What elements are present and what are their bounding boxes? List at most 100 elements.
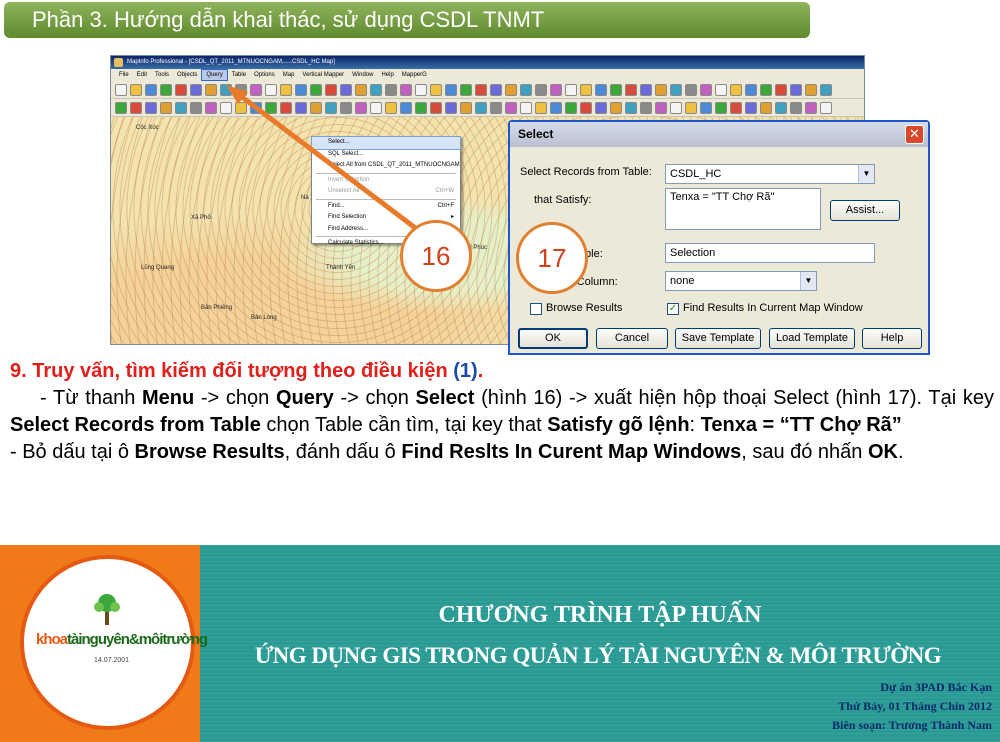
table-select[interactable]: CSDL_HC ▼ [665,164,875,184]
toolbar-tool-icon[interactable] [700,83,712,96]
toolbar-tool-icon[interactable] [475,83,487,96]
chevron-down-icon[interactable]: ▼ [858,165,874,183]
toolbar-tool-icon[interactable] [655,101,667,114]
toolbar-tool-icon[interactable] [730,83,742,96]
toolbar-tool-icon[interactable] [610,101,622,114]
toolbar-tool-icon[interactable] [310,83,322,96]
toolbar-tool-icon[interactable] [340,101,352,114]
menu-vertical-mapper[interactable]: Vertical Mapper [298,69,348,81]
toolbar-tool-icon[interactable] [670,101,682,114]
toolbar-tool-icon[interactable] [205,101,217,114]
toolbar-tool-icon[interactable] [325,83,337,96]
toolbar-tool-icon[interactable] [745,83,757,96]
toolbar-tool-icon[interactable] [370,83,382,96]
toolbar-tool-icon[interactable] [535,101,547,114]
menu-mapperg[interactable]: MapperG [398,69,431,81]
chevron-down-icon[interactable]: ▼ [800,272,816,290]
toolbar-tool-icon[interactable] [250,101,262,114]
toolbar-tool-icon[interactable] [550,101,562,114]
toolbar-tool-icon[interactable] [640,83,652,96]
toolbar-tool-icon[interactable] [415,101,427,114]
toolbar-tool-icon[interactable] [430,101,442,114]
query-menu-item[interactable]: SQL Select... [312,149,460,161]
toolbar-tool-icon[interactable] [370,101,382,114]
menu-tools[interactable]: Tools [151,69,173,81]
toolbar-tool-icon[interactable] [565,101,577,114]
toolbar-tool-icon[interactable] [745,101,757,114]
toolbar-tool-icon[interactable] [115,83,127,96]
toolbar-tool-icon[interactable] [340,83,352,96]
toolbar-tool-icon[interactable] [505,101,517,114]
toolbar-tool-icon[interactable] [235,83,247,96]
toolbar-tool-icon[interactable] [715,101,727,114]
toolbar-tool-icon[interactable] [730,101,742,114]
toolbar-tool-icon[interactable] [535,83,547,96]
toolbar-tool-icon[interactable] [550,83,562,96]
toolbar-tool-icon[interactable] [220,83,232,96]
toolbar-tool-icon[interactable] [190,101,202,114]
menu-options[interactable]: Options [250,69,279,81]
toolbar-tool-icon[interactable] [175,101,187,114]
query-menu-item[interactable]: Invert Selection [312,175,460,187]
menu-map[interactable]: Map [279,69,299,81]
browse-results-checkbox[interactable] [530,303,542,315]
toolbar-tool-icon[interactable] [460,83,472,96]
toolbar-tool-icon[interactable] [280,101,292,114]
toolbar-tool-icon[interactable] [790,83,802,96]
query-menu-item[interactable]: Select... [311,136,461,150]
toolbar-tool-icon[interactable] [775,83,787,96]
toolbar-tool-icon[interactable] [355,83,367,96]
toolbar-tool-icon[interactable] [670,83,682,96]
toolbar-tool-icon[interactable] [685,101,697,114]
toolbar-tool-icon[interactable] [160,83,172,96]
toolbar-tool-icon[interactable] [265,101,277,114]
results-table-input[interactable]: Selection [665,243,875,263]
toolbar-tool-icon[interactable] [805,101,817,114]
menu-query[interactable]: Query [201,69,228,81]
toolbar-tool-icon[interactable] [190,83,202,96]
toolbar-tool-icon[interactable] [280,83,292,96]
toolbar-tool-icon[interactable] [595,83,607,96]
toolbar-tool-icon[interactable] [505,83,517,96]
query-menu-item[interactable]: Select All from CSDL_QT_2011_MTNUOCNGAM [312,160,460,172]
close-icon[interactable]: ✕ [905,125,924,144]
toolbar-tool-icon[interactable] [325,101,337,114]
toolbar-tool-icon[interactable] [220,101,232,114]
toolbar-tool-icon[interactable] [790,101,802,114]
menu-help[interactable]: Help [377,69,397,81]
toolbar-tool-icon[interactable] [520,101,532,114]
toolbar-tool-icon[interactable] [700,101,712,114]
toolbar-tool-icon[interactable] [310,101,322,114]
toolbar-tool-icon[interactable] [145,101,157,114]
toolbar-tool-icon[interactable] [400,83,412,96]
load-template-button[interactable]: Load Template [769,328,855,349]
toolbar-tool-icon[interactable] [385,83,397,96]
menu-window[interactable]: Window [348,69,377,81]
query-menu-item[interactable]: Find... Ctrl+F [312,201,460,213]
help-button[interactable]: Help [862,328,922,349]
toolbar-tool-icon[interactable] [130,101,142,114]
toolbar-tool-icon[interactable] [445,83,457,96]
cancel-button[interactable]: Cancel [596,328,668,349]
toolbar-tool-icon[interactable] [460,101,472,114]
toolbar-tool-icon[interactable] [520,83,532,96]
toolbar-tool-icon[interactable] [565,83,577,96]
toolbar-tool-icon[interactable] [115,101,127,114]
toolbar-tool-icon[interactable] [430,83,442,96]
toolbar-tool-icon[interactable] [655,83,667,96]
toolbar-tool-icon[interactable] [295,83,307,96]
toolbar-tool-icon[interactable] [820,101,832,114]
toolbar-tool-icon[interactable] [250,83,262,96]
toolbar-tool-icon[interactable] [145,83,157,96]
toolbar-tool-icon[interactable] [160,101,172,114]
assist-button[interactable]: Assist... [830,200,900,221]
toolbar-tool-icon[interactable] [130,83,142,96]
toolbar-tool-icon[interactable] [490,83,502,96]
toolbar-tool-icon[interactable] [265,83,277,96]
menu-edit[interactable]: Edit [133,69,151,81]
toolbar-tool-icon[interactable] [580,83,592,96]
query-menu-item[interactable]: Unselect All Ctrl+W [312,186,460,198]
toolbar-tool-icon[interactable] [610,83,622,96]
toolbar-tool-icon[interactable] [625,101,637,114]
satisfy-expression-input[interactable]: Tenxa = "TT Chợ Rã" [665,188,821,230]
